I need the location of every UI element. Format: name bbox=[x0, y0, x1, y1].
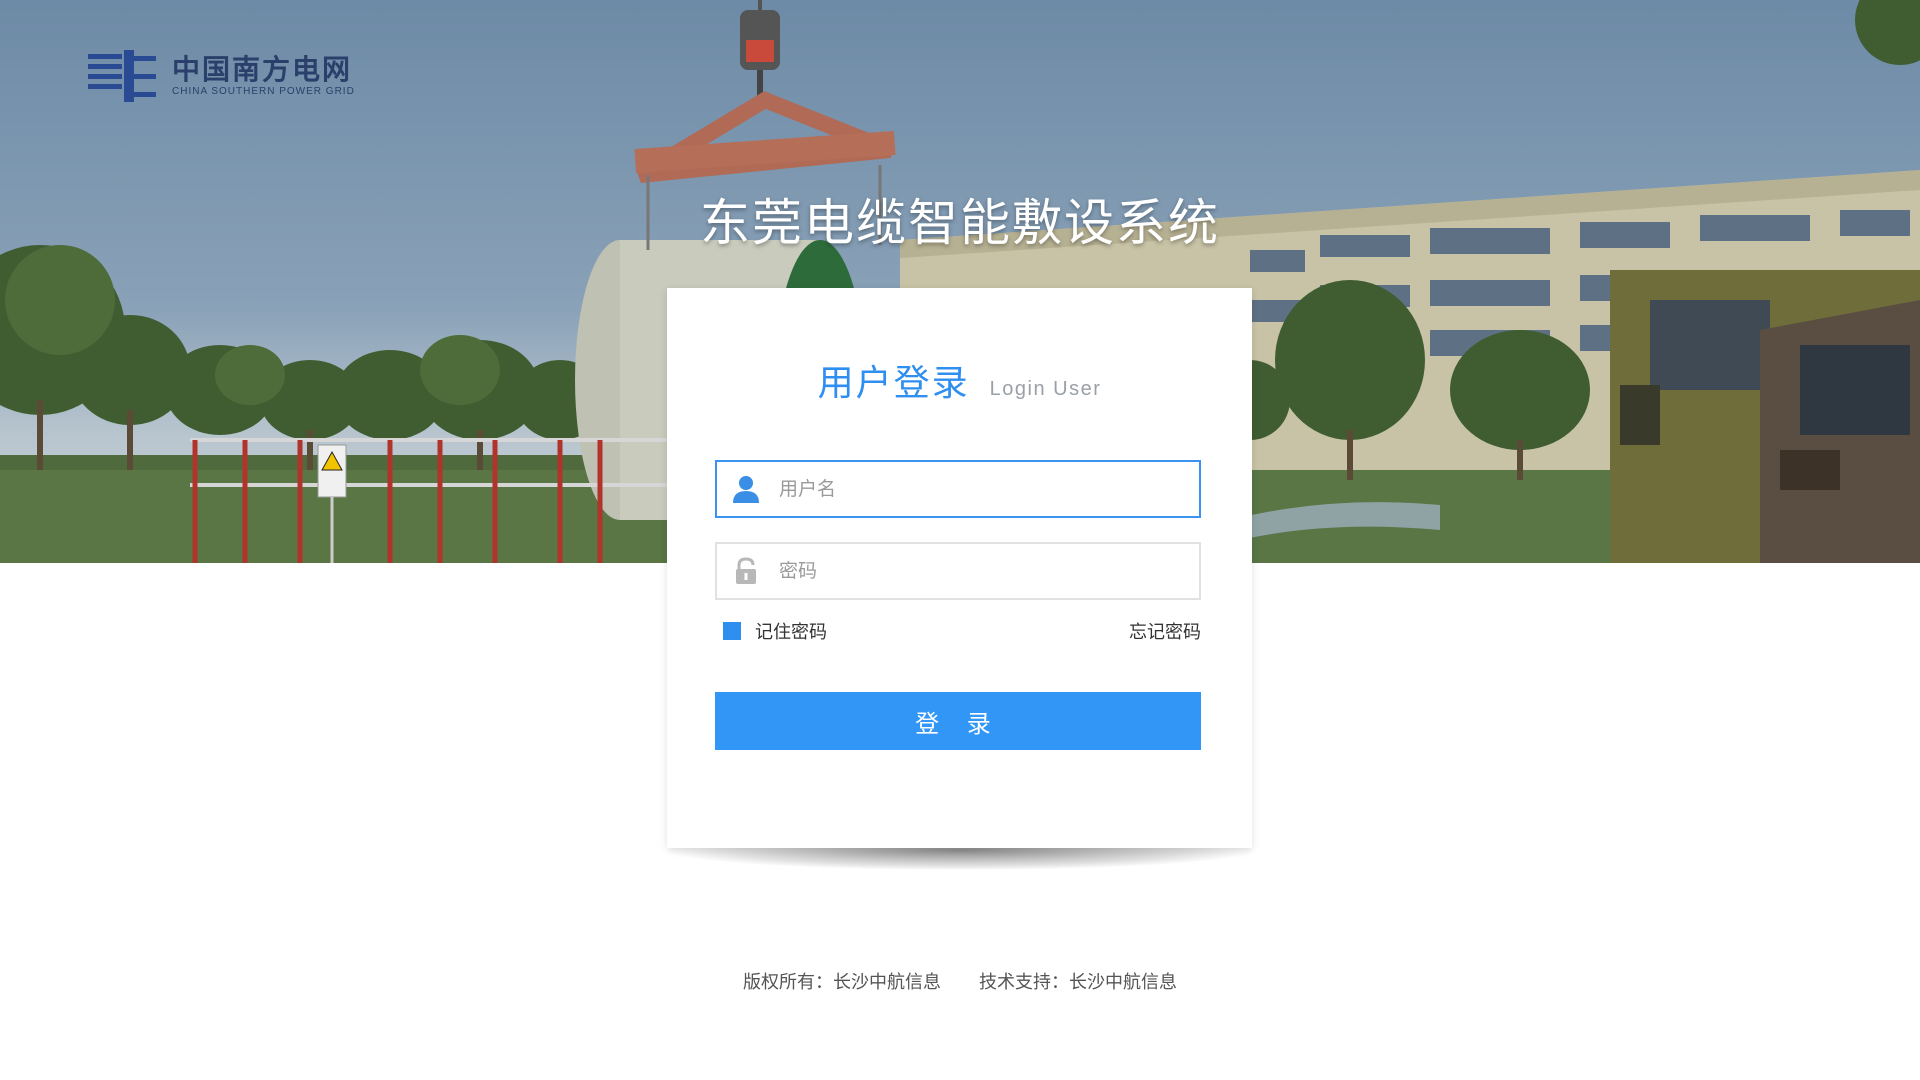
logo-english-name: CHINA SOUTHERN POWER GRID bbox=[172, 86, 355, 97]
csg-logo-icon bbox=[88, 50, 156, 102]
system-title: 东莞电缆智能敷设系统 bbox=[700, 194, 1220, 252]
password-field[interactable] bbox=[715, 542, 1201, 600]
login-heading: 用户登录 Login User bbox=[667, 354, 1252, 406]
footer-copyright: 版权所有：长沙中航信息 bbox=[743, 972, 941, 993]
password-input[interactable] bbox=[779, 551, 1179, 591]
remember-label: 记住密码 bbox=[755, 622, 827, 643]
login-heading-en: Login User bbox=[989, 378, 1102, 400]
forgot-password-link[interactable]: 忘记密码 bbox=[1129, 618, 1201, 644]
login-heading-cn: 用户登录 bbox=[817, 363, 970, 404]
user-icon bbox=[733, 476, 759, 503]
remember-password-toggle[interactable]: 记住密码 bbox=[723, 618, 827, 644]
lock-icon bbox=[736, 557, 756, 584]
login-card: 用户登录 Login User 记住密码 忘记密码 登 录 bbox=[667, 288, 1252, 848]
company-logo: 中国南方电网 CHINA SOUTHERN POWER GRID bbox=[88, 48, 355, 104]
footer-support: 技术支持：长沙中航信息 bbox=[979, 972, 1177, 993]
remember-checkbox[interactable] bbox=[723, 622, 741, 640]
login-button[interactable]: 登 录 bbox=[715, 692, 1201, 750]
logo-chinese-name: 中国南方电网 bbox=[172, 53, 353, 86]
username-input[interactable] bbox=[779, 469, 1179, 509]
footer: 版权所有：长沙中航信息 技术支持：长沙中航信息 bbox=[0, 968, 1920, 994]
username-field[interactable] bbox=[715, 460, 1201, 518]
